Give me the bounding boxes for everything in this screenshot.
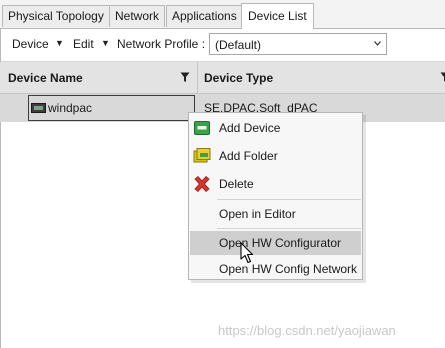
menu-separator-2 xyxy=(217,228,361,229)
menu-label-open-in-editor: Open in Editor xyxy=(219,207,296,221)
menu-label-add-device: Add Device xyxy=(219,121,281,135)
menu-item-open-hw-config-network[interactable]: Open HW Config Network xyxy=(190,257,361,281)
menu-item-open-hw-configurator[interactable]: Open HW Configurator xyxy=(190,231,361,255)
menu-item-open-in-editor[interactable]: Open in Editor xyxy=(190,202,361,226)
watermark: https://blog.csdn.net/yaojiawan xyxy=(218,323,396,338)
tab-device-list[interactable]: Device List xyxy=(241,3,314,29)
column-divider[interactable] xyxy=(197,62,198,94)
network-profile-select[interactable]: (Default) xyxy=(209,33,387,55)
toolbar: Device ▼ Edit ▼ Network Profile : (Defau… xyxy=(0,29,445,62)
menu-label-add-folder: Add Folder xyxy=(219,149,278,163)
filter-icon[interactable] xyxy=(180,72,190,83)
tab-network[interactable]: Network xyxy=(109,5,166,27)
tab-strip: Physical Topology Network Applications D… xyxy=(0,0,445,29)
column-header-device-name[interactable]: Device Name xyxy=(8,71,83,85)
menu-item-add-folder[interactable]: Add Folder xyxy=(190,144,361,168)
filter-icon-type[interactable] xyxy=(440,72,445,83)
device-list-window: Physical Topology Network Applications D… xyxy=(0,0,445,348)
edit-menu-dropdown-icon[interactable]: ▼ xyxy=(101,38,110,48)
network-profile-value: (Default) xyxy=(215,38,262,52)
add-folder-icon xyxy=(193,148,211,163)
edit-menu[interactable]: Edit xyxy=(73,37,94,51)
menu-label-delete: Delete xyxy=(219,177,254,191)
menu-separator xyxy=(217,199,361,200)
device-icon xyxy=(31,103,46,113)
menu-item-delete[interactable]: Delete xyxy=(190,172,361,196)
context-menu: Add Device Add Folder Delete Open in Edi… xyxy=(188,112,363,280)
menu-label-open-hw-config-network: Open HW Config Network xyxy=(219,262,358,276)
tab-applications[interactable]: Applications xyxy=(166,5,243,27)
mouse-cursor-icon xyxy=(240,242,254,264)
add-device-icon xyxy=(194,121,210,135)
network-profile-label: Network Profile : xyxy=(117,37,206,51)
column-header-device-type[interactable]: Device Type xyxy=(204,71,273,85)
grid-header: Device Name Device Type xyxy=(0,62,445,94)
delete-x-icon xyxy=(194,175,210,193)
device-menu-dropdown-icon[interactable]: ▼ xyxy=(55,38,64,48)
tab-physical-topology[interactable]: Physical Topology xyxy=(2,5,110,27)
menu-item-add-device[interactable]: Add Device xyxy=(190,116,361,140)
chevron-down-icon[interactable] xyxy=(374,40,381,47)
device-name-cell[interactable]: windpac xyxy=(48,101,92,115)
menu-label-open-hw-configurator: Open HW Configurator xyxy=(219,236,342,250)
device-menu[interactable]: Device xyxy=(12,37,49,51)
